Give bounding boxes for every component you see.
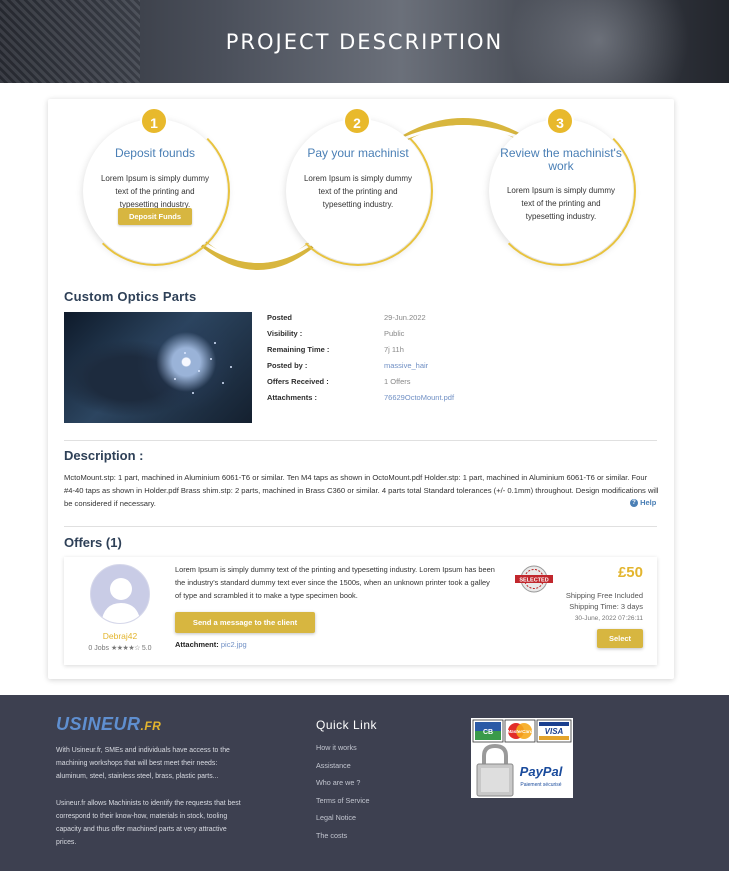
attachment-link[interactable]: 76629OctoMount.pdf [384, 393, 454, 402]
offers-heading: Offers (1) [64, 535, 122, 550]
footer-link-who-are-we[interactable]: Who are we ? [316, 778, 370, 796]
step-review-work: 3 Review the machinist's work Lorem Ipsu… [486, 107, 636, 266]
posted-by-user-link[interactable]: massive_hair [384, 361, 428, 370]
site-logo[interactable]: USINEUR.FR [56, 714, 161, 735]
help-link[interactable]: ? Help [630, 498, 657, 508]
project-details: Posted 29-Jun.2022 Visibility : Public R… [267, 313, 647, 409]
jobs-count: 0 Jobs [88, 645, 110, 652]
detail-value: 29-Jun.2022 [384, 313, 426, 322]
step-title: Deposit founds [114, 146, 196, 160]
detail-label: Attachments : [267, 393, 318, 402]
machinist-name-link[interactable]: Debraj42 [64, 631, 176, 641]
footer-about: With Usineur.fr, SMEs and individuals ha… [56, 744, 246, 849]
detail-value: Public [384, 329, 405, 338]
detail-label: Visibility : [267, 329, 303, 338]
help-label: Help [640, 498, 657, 507]
cb-logo-text: CB [483, 729, 493, 736]
rating-value: 5.0 [141, 645, 152, 652]
step-description: Lorem Ipsum is simply dummy text of the … [100, 174, 210, 209]
project-title: Custom Optics Parts [64, 289, 197, 304]
step-description: Lorem Ipsum is simply dummy text of the … [506, 186, 616, 221]
attachment-label: Attachment: [175, 640, 219, 649]
footer-link-assistance[interactable]: Assistance [316, 761, 370, 779]
paypal-logo-text: PayPal [520, 764, 563, 779]
step-pay-machinist: 2 Pay your machinist Lorem Ipsum is simp… [283, 107, 433, 266]
shipping-info: Shipping Free Included Shipping Time: 3 … [566, 590, 643, 612]
detail-label: Posted by : [267, 361, 308, 370]
detail-label: Remaining Time : [267, 345, 330, 354]
select-offer-button[interactable]: Select [597, 629, 643, 648]
page-title: PROJECT DESCRIPTION [225, 30, 504, 54]
logo-tld: .FR [140, 719, 162, 733]
machinist-rating: 0 Jobs ★★★★☆ 5.0 [64, 644, 176, 652]
logo-main: USINEUR [56, 714, 141, 734]
steps-section: 1 Deposit founds Lorem Ipsum is simply d… [48, 99, 674, 279]
badge-label: SELECTED [519, 577, 548, 583]
footer-link-costs[interactable]: The costs [316, 831, 370, 849]
user-silhouette-icon [101, 578, 141, 623]
footer-link-legal-notice[interactable]: Legal Notice [316, 813, 370, 831]
detail-label: Offers Received : [267, 377, 329, 386]
footer-link-how-it-works[interactable]: How it works [316, 743, 370, 761]
project-card: 1 Deposit founds Lorem Ipsum is simply d… [48, 99, 674, 679]
mastercard-logo-text: MasterCard [507, 729, 532, 734]
offer-attachment-link[interactable]: pic2.jpg [221, 640, 247, 649]
page-hero-banner: PROJECT DESCRIPTION [0, 0, 729, 83]
footer-link-terms[interactable]: Terms of Service [316, 796, 370, 814]
payment-methods: CB MasterCard VISA PayPal Paiement sécur… [471, 718, 573, 798]
star-rating-icon: ★★★★☆ [111, 645, 140, 652]
offer-text: Lorem Ipsum is simply dummy text of the … [175, 565, 495, 600]
offer-price: £50 [617, 564, 643, 581]
divider [64, 526, 657, 527]
step-number-badge: 3 [546, 107, 574, 135]
about-paragraph: With Usineur.fr, SMEs and individuals ha… [56, 747, 230, 781]
description-heading: Description : [64, 448, 144, 463]
question-circle-icon: ? [630, 499, 638, 508]
paypal-subtext: Paiement sécurisé [520, 782, 561, 788]
detail-row-posted-by: Posted by : massive_hair [267, 361, 647, 377]
project-image [64, 312, 252, 423]
description-text: MctoMount.stp: 1 part, machined in Alumi… [64, 473, 659, 509]
detail-row-visibility: Visibility : Public [267, 329, 647, 345]
footer: USINEUR.FR With Usineur.fr, SMEs and ind… [0, 695, 729, 871]
quick-link-list: How it works Assistance Who are we ? Ter… [316, 743, 370, 848]
detail-row-offers-received: Offers Received : 1 Offers [267, 377, 647, 393]
avatar [90, 564, 150, 624]
visa-logo-text: VISA [545, 727, 564, 736]
shipping-time: Shipping Time: 3 days [569, 602, 643, 611]
quick-link-heading: Quick Link [316, 718, 378, 732]
payment-logos-icon: CB MasterCard VISA PayPal Paiement sécur… [472, 719, 572, 797]
detail-value: 1 Offers [384, 377, 411, 386]
step-description: Lorem Ipsum is simply dummy text of the … [303, 174, 413, 209]
offer-card: Debraj42 0 Jobs ★★★★☆ 5.0 Lorem Ipsum is… [64, 557, 657, 665]
detail-value: 7j 11h [384, 345, 404, 354]
offer-date: 30-June, 2022 07:26:11 [574, 615, 643, 622]
selected-badge-icon: SELECTED [515, 565, 553, 593]
shipping-included: Shipping Free Included [565, 591, 643, 600]
detail-row-remaining-time: Remaining Time : 7j 11h [267, 345, 647, 361]
detail-row-attachments: Attachments : 76629OctoMount.pdf [267, 393, 647, 409]
deposit-funds-button[interactable]: Deposit Funds [118, 208, 192, 225]
step-number-badge: 2 [343, 107, 371, 135]
detail-label: Posted [267, 313, 293, 322]
offer-attachment: Attachment: pic2.jpg [175, 640, 247, 649]
step-number-badge: 1 [140, 107, 168, 135]
divider [64, 440, 657, 441]
about-paragraph: Usineur.fr allows Machinists to identify… [56, 799, 241, 847]
step-title: Pay your machinist [307, 146, 409, 160]
detail-row-posted: Posted 29-Jun.2022 [267, 313, 647, 329]
step-title: Review the machinist's work [500, 146, 622, 173]
step-deposit: 1 Deposit founds Lorem Ipsum is simply d… [80, 107, 230, 266]
send-message-button[interactable]: Send a message to the client [175, 612, 315, 633]
